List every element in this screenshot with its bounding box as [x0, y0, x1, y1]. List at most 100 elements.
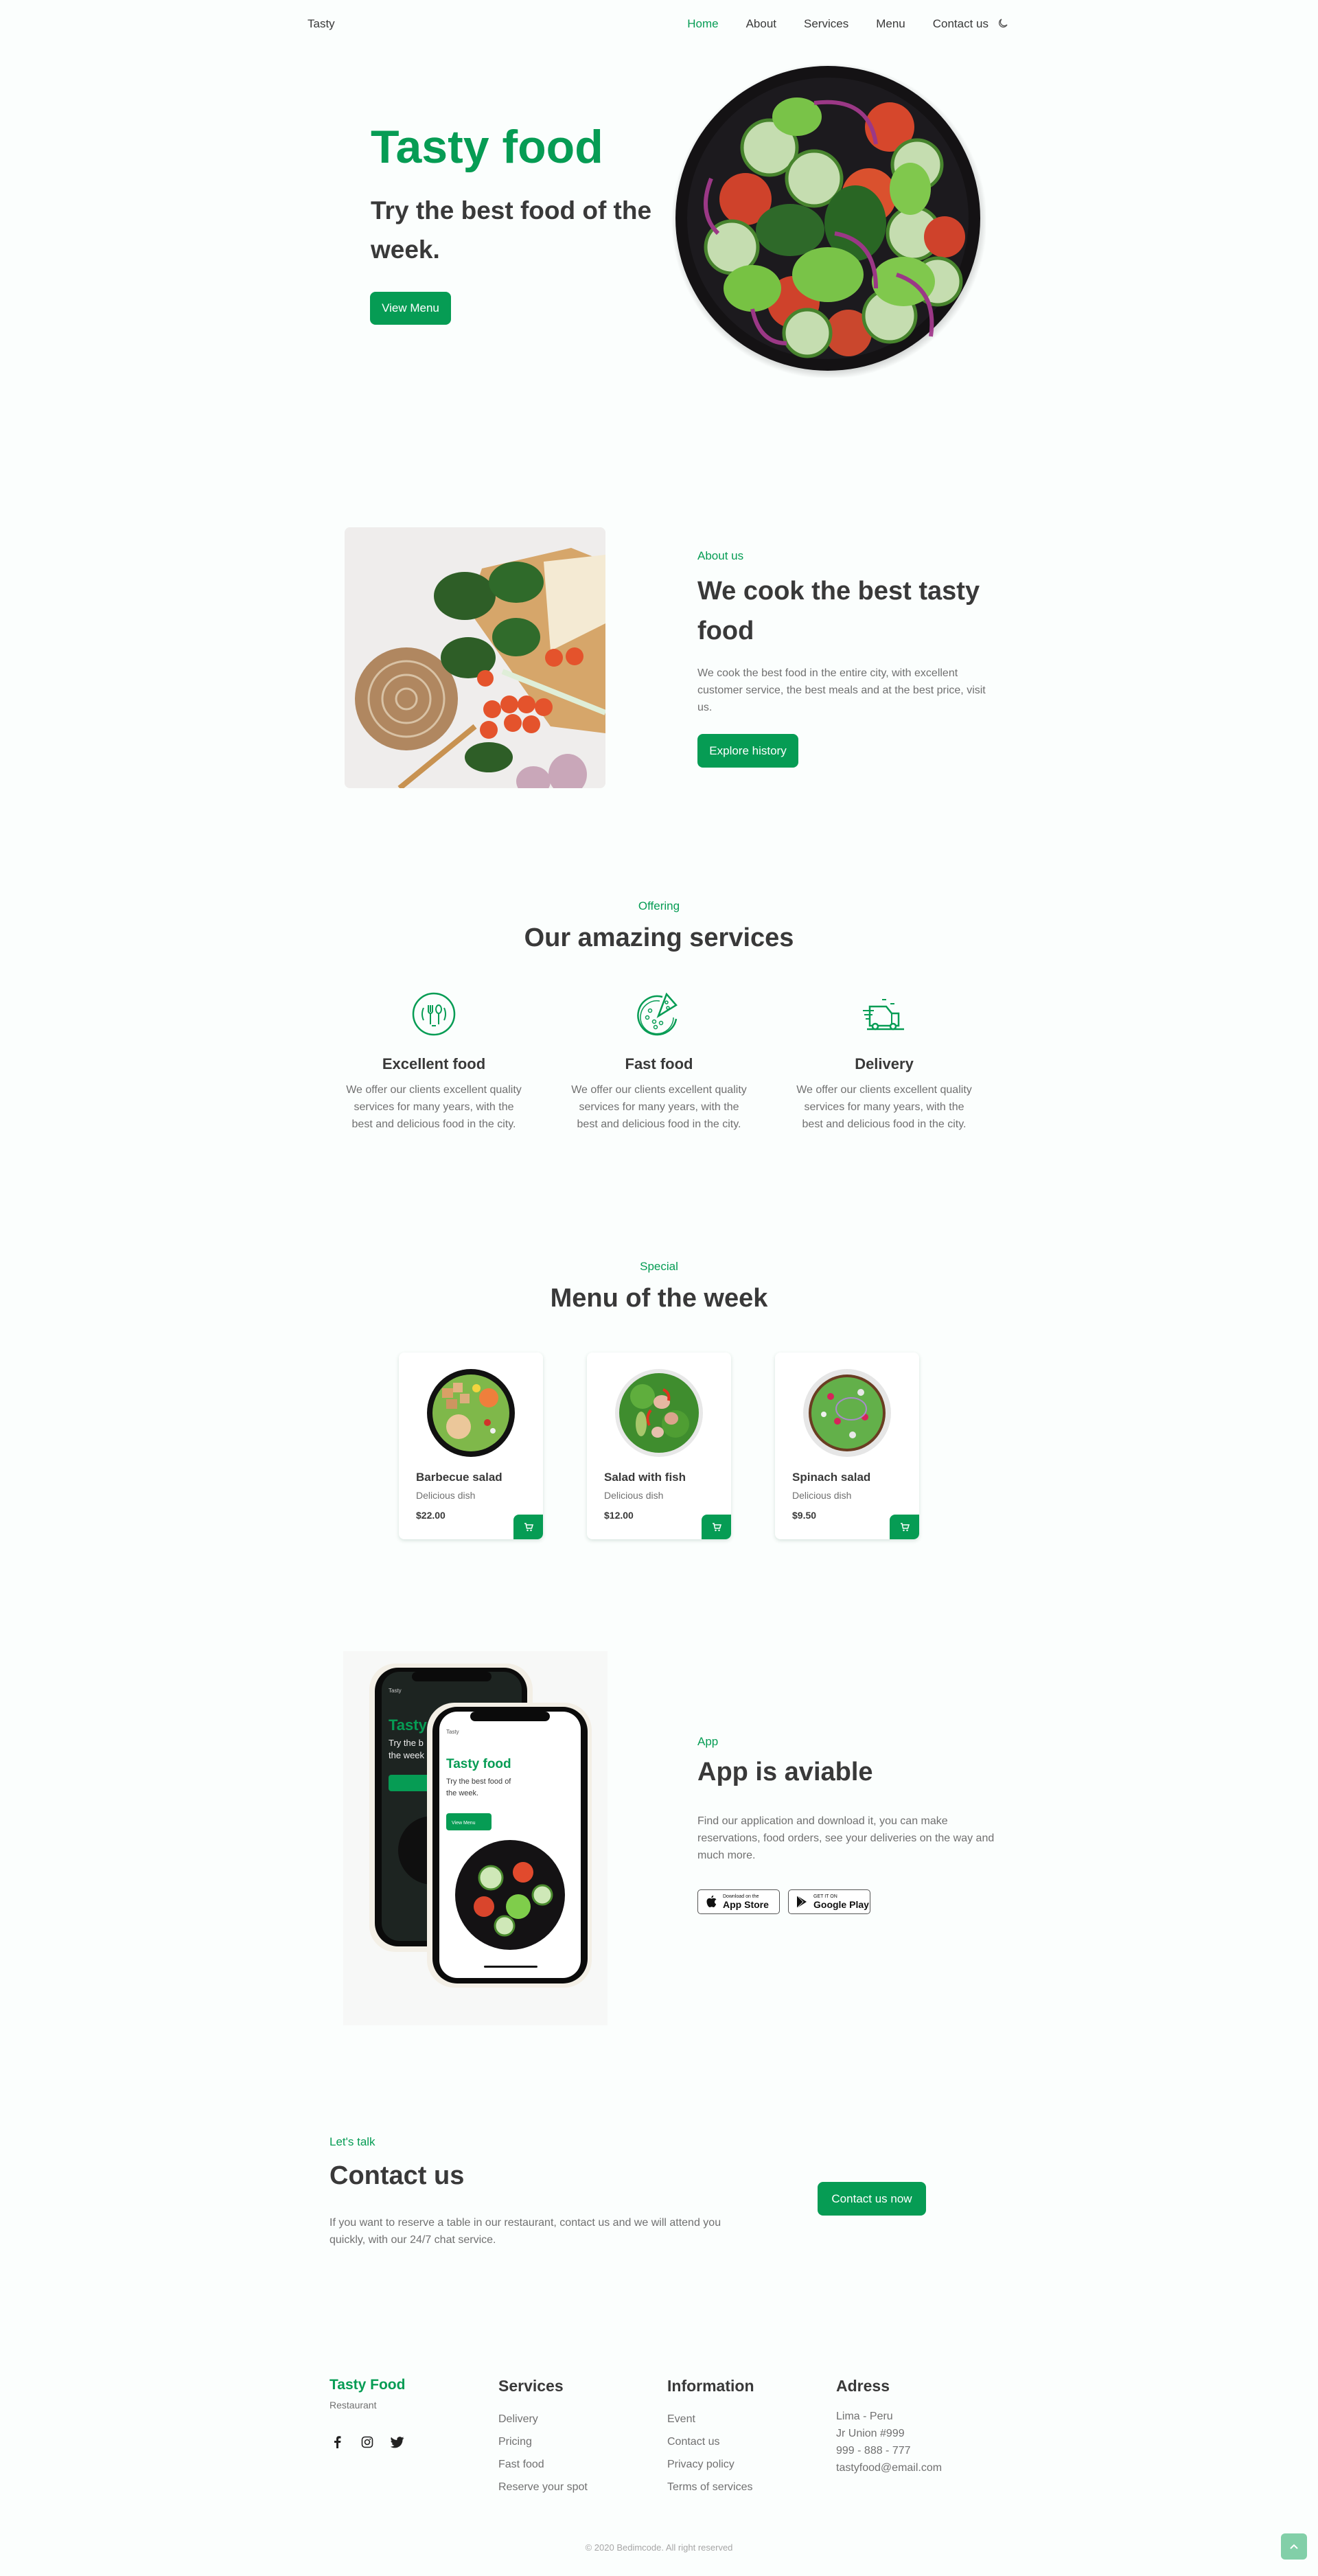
about-description: We cook the best food in the entire city… — [697, 667, 986, 713]
footer-information-column: Information Event Contact us Privacy pol… — [667, 2377, 754, 2498]
hero-subtitle: Try the best food of the week. — [371, 196, 652, 264]
email-address: tastyfood@email.com — [836, 2462, 943, 2474]
mockup-button: View Menu — [452, 1821, 476, 1826]
add-to-cart-button[interactable] — [513, 1515, 543, 1539]
footer-services-column: Services Delivery Pricing Fast food Rese… — [498, 2377, 588, 2498]
app-mockup-image: Tasty Tasty Try the b the week Tasty Tas… — [343, 1651, 608, 2025]
footer-column-title: Adress — [836, 2377, 890, 2395]
add-to-cart-button[interactable] — [702, 1515, 731, 1539]
service-description: We offer our clients excellent quality s… — [796, 1084, 972, 1130]
services-title: Our amazing services — [524, 923, 794, 952]
spinach-salad-image — [803, 1369, 891, 1457]
footer-link-reserve[interactable]: Reserve your spot — [498, 2476, 588, 2498]
footer-link-contact[interactable]: Contact us — [667, 2430, 754, 2453]
pizza-icon — [637, 992, 678, 1036]
copyright: © 2020 Bedimcode. All right reserved — [585, 2542, 733, 2553]
menu-card: Salad with fish Delicious dish $12.00 — [587, 1353, 731, 1539]
services-label: Offering — [638, 899, 680, 912]
app-store-big: App Store — [723, 1898, 769, 1910]
service-description: We offer our clients excellent quality s… — [571, 1084, 747, 1130]
dish-description: Delicious dish — [416, 1490, 476, 1501]
add-to-cart-button[interactable] — [890, 1515, 919, 1539]
dish-name: Spinach salad — [792, 1471, 871, 1484]
header-nav: Tasty Home About Services Menu Contact u… — [0, 0, 1318, 49]
footer-link-fast-food[interactable]: Fast food — [498, 2453, 588, 2476]
menu-card: Barbecue salad Delicious dish $22.00 — [399, 1353, 543, 1539]
chevron-up-icon — [1290, 2544, 1298, 2549]
address-line: Jr Union #999 — [836, 2428, 905, 2439]
footer-link-event[interactable]: Event — [667, 2408, 754, 2430]
service-item: Excellent food We offer our clients exce… — [345, 991, 523, 1133]
ingredients-photo — [345, 527, 605, 788]
footer-link-terms[interactable]: Terms of services — [667, 2476, 754, 2498]
contact-us-now-button[interactable]: Contact us now — [818, 2182, 926, 2216]
dish-name: Barbecue salad — [416, 1471, 502, 1484]
address-line: Lima - Peru — [836, 2411, 893, 2422]
svg-text:Tasty: Tasty — [389, 1716, 428, 1734]
app-store-button[interactable]: Download on the App Store — [697, 1889, 780, 1914]
salad-with-fish-image — [615, 1369, 703, 1457]
logo-link[interactable]: Tasty — [308, 17, 335, 31]
svg-text:Try the best food of: Try the best food of — [446, 1778, 511, 1786]
dish-price: $12.00 — [604, 1510, 634, 1521]
view-menu-button[interactable]: View Menu — [370, 292, 451, 325]
footer-link-pricing[interactable]: Pricing — [498, 2430, 588, 2453]
moon-icon[interactable] — [997, 18, 1008, 29]
footer-address-column: Adress Lima - Peru Jr Union #999 999 - 8… — [836, 2377, 942, 2476]
footer-column-title: Information — [667, 2377, 754, 2395]
explore-history-button[interactable]: Explore history — [697, 734, 798, 768]
footer-link-delivery[interactable]: Delivery — [498, 2408, 588, 2430]
google-play-big: Google Play — [813, 1898, 869, 1910]
instagram-icon[interactable] — [360, 2435, 375, 2450]
about-title: We cook the best tasty food — [697, 577, 980, 645]
scroll-to-top-button[interactable] — [1281, 2533, 1307, 2560]
dish-price: $22.00 — [416, 1510, 446, 1521]
mockup-logo: Tasty — [446, 1729, 459, 1735]
cart-icon — [524, 1523, 533, 1532]
hero-title: Tasty food — [371, 121, 603, 173]
contact-label: Let's talk — [330, 2135, 375, 2148]
google-play-button[interactable]: GET IT ON Google Play — [788, 1889, 870, 1914]
social-links — [330, 2435, 405, 2450]
cart-icon — [900, 1523, 910, 1532]
contact-title: Contact us — [330, 2161, 465, 2190]
nav-link-contact[interactable]: Contact us — [933, 17, 988, 31]
barbecue-salad-image — [427, 1369, 515, 1457]
nav-link-services[interactable]: Services — [804, 17, 848, 31]
footer-column-title: Services — [498, 2377, 564, 2395]
svg-text:the week: the week — [389, 1750, 425, 1760]
about-label: About us — [697, 549, 744, 562]
contact-description: If you want to reserve a table in our re… — [330, 2217, 721, 2246]
footer-brand[interactable]: Tasty Food — [330, 2377, 405, 2393]
service-title: Fast food — [625, 1055, 693, 1072]
mockup-title: Tasty food — [446, 1757, 511, 1771]
menu-label: Special — [640, 1260, 678, 1273]
facebook-icon[interactable] — [330, 2435, 345, 2450]
service-item: Fast food We offer our clients excellent… — [570, 991, 748, 1133]
service-title: Delivery — [855, 1055, 914, 1072]
nav-link-home[interactable]: Home — [687, 17, 718, 31]
service-description: We offer our clients excellent quality s… — [346, 1084, 522, 1130]
dish-name: Salad with fish — [604, 1471, 686, 1484]
menu-card: Spinach salad Delicious dish $9.50 — [775, 1353, 919, 1539]
nav-menu: Home About Services Menu Contact us — [660, 17, 988, 31]
app-label: App — [697, 1735, 719, 1748]
twitter-icon[interactable] — [390, 2435, 405, 2450]
footer-subtitle: Restaurant — [330, 2400, 377, 2411]
service-title: Excellent food — [382, 1055, 486, 1072]
dish-description: Delicious dish — [604, 1490, 664, 1501]
cart-icon — [712, 1523, 721, 1532]
nav-link-about[interactable]: About — [746, 17, 776, 31]
salad-bowl-image — [671, 63, 986, 378]
phone-number: 999 - 888 - 777 — [836, 2445, 911, 2457]
dish-price: $9.50 — [792, 1510, 817, 1521]
svg-text:Tasty: Tasty — [389, 1688, 402, 1694]
service-item: Delivery We offer our clients excellent … — [795, 991, 973, 1133]
app-title: App is aviable — [697, 1758, 873, 1786]
menu-title: Menu of the week — [550, 1284, 768, 1313]
play-store-icon — [796, 1895, 807, 1909]
delivery-truck-icon — [863, 999, 904, 1031]
svg-text:Try the b: Try the b — [389, 1738, 424, 1748]
footer-link-privacy[interactable]: Privacy policy — [667, 2453, 754, 2476]
nav-link-menu[interactable]: Menu — [876, 17, 905, 31]
